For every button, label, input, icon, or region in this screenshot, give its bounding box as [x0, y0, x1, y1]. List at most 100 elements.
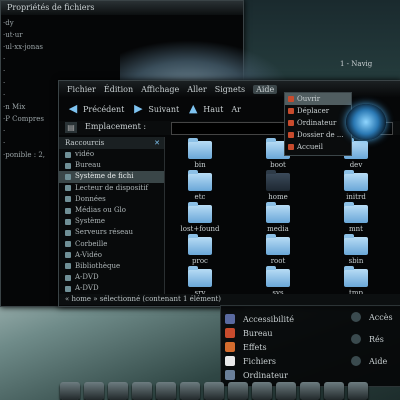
properties-text-line: · — [3, 139, 6, 147]
menu-aide[interactable]: Aide — [253, 84, 278, 94]
dropdown-item-label: Ordinateur — [297, 119, 337, 127]
menu-affichage[interactable]: Affichage — [141, 85, 179, 94]
folder-icon — [188, 202, 212, 223]
places-item-label: Système — [75, 217, 106, 226]
dock-item-app[interactable] — [84, 382, 104, 400]
dock-item-app[interactable] — [300, 382, 320, 400]
places-item[interactable]: Bureau — [59, 160, 164, 171]
bookmark-icon — [288, 120, 294, 126]
arrow-right-icon: ▶ — [134, 102, 143, 115]
ring-icon — [351, 356, 361, 366]
globe-icon[interactable] — [346, 104, 386, 140]
folder-icon — [266, 234, 290, 255]
folder-icon — [65, 218, 71, 225]
arrow-left-icon: ◀ — [68, 102, 78, 115]
folder-icon — [188, 170, 212, 191]
start-menu-item[interactable]: Effets — [225, 342, 267, 352]
places-item[interactable]: Corbeille — [59, 239, 164, 250]
menu-aller[interactable]: Aller — [187, 85, 206, 94]
dropdown-item[interactable]: Accueil — [285, 141, 351, 153]
start-menu-side-item[interactable]: Aide — [351, 356, 387, 366]
dock-item-app[interactable] — [348, 382, 368, 400]
dock-item-app[interactable] — [60, 382, 80, 400]
ring-icon — [351, 312, 361, 322]
places-item[interactable]: Serveurs réseau — [59, 227, 164, 238]
dropdown-item[interactable]: Dossier de ... — [285, 129, 351, 141]
dock-item-app[interactable] — [204, 382, 224, 400]
location-icon[interactable]: ▤ — [65, 122, 77, 133]
location-label: Emplacement : — [85, 122, 147, 131]
places-list: vidéo Bureau Système de fichi Lecteur de di… — [59, 149, 164, 294]
properties-titlebar[interactable]: Propriétés de fichiers — [1, 1, 243, 15]
file-name: dev — [349, 161, 363, 169]
places-item[interactable]: Données — [59, 194, 164, 205]
up-button[interactable]: ▲ Haut — [187, 103, 223, 115]
file-name: proc — [192, 257, 208, 265]
dock-item-app[interactable] — [108, 382, 128, 400]
places-item[interactable]: Bibliothèque — [59, 261, 164, 272]
places-item[interactable]: Système — [59, 216, 164, 227]
dock-item-app[interactable] — [156, 382, 176, 400]
dock-item-app[interactable] — [276, 382, 296, 400]
more-button[interactable]: Ar — [231, 105, 241, 114]
folder-icon — [65, 196, 71, 203]
file-name: media — [267, 225, 289, 233]
start-menu-side-item[interactable]: Rés — [351, 334, 384, 344]
start-menu-item-label: Bureau — [243, 328, 273, 338]
dock — [60, 372, 400, 400]
folder-icon — [188, 234, 212, 255]
places-item[interactable]: Lecteur de dispositif — [59, 183, 164, 194]
properties-text-line: · — [3, 67, 6, 75]
file-name: home — [268, 193, 288, 201]
places-item-label: A-DVD — [75, 273, 99, 282]
forward-button[interactable]: ▶ Suivant — [132, 103, 179, 115]
folder-icon — [344, 202, 368, 223]
start-menu-item[interactable]: Accessibilité — [225, 314, 294, 324]
dock-item-app[interactable] — [132, 382, 152, 400]
properties-text-line: ·dy — [3, 19, 14, 27]
dropdown-item-label: Accueil — [297, 143, 324, 151]
dock-item-app[interactable] — [324, 382, 344, 400]
start-menu-side-item[interactable]: Accès — [351, 312, 393, 322]
more-label: Ar — [231, 104, 241, 114]
file-name: bin — [194, 161, 206, 169]
dropdown-item[interactable]: Ordinateur — [285, 117, 351, 129]
dock-item-app[interactable] — [228, 382, 248, 400]
places-item[interactable]: A-DVD — [59, 272, 164, 283]
folder-icon — [65, 241, 71, 248]
start-menu-side-label: Rés — [369, 334, 384, 344]
properties-text-line: ·ul·xx-jonas — [3, 43, 43, 51]
dock-item-app[interactable] — [252, 382, 272, 400]
close-icon[interactable]: ✕ — [154, 137, 160, 149]
menu-signets[interactable]: Signets — [215, 85, 245, 94]
start-menu-item[interactable]: Fichiers — [225, 356, 276, 366]
folder-icon — [266, 170, 290, 191]
back-button[interactable]: ◀ Précédent — [67, 102, 125, 115]
dock-item-app[interactable] — [180, 382, 200, 400]
places-header[interactable]: Raccourcis ✕ — [59, 137, 164, 149]
menu-edition[interactable]: Édition — [104, 85, 133, 94]
folder-icon — [65, 185, 71, 192]
places-header-label: Raccourcis — [65, 139, 105, 147]
places-item[interactable]: Système de fichi — [59, 171, 164, 183]
folder-icon — [65, 274, 71, 281]
bookmark-icon — [288, 144, 294, 150]
places-item[interactable]: vidéo — [59, 149, 164, 160]
folder-icon — [65, 173, 71, 180]
dropdown-item[interactable]: Ouvrir — [285, 93, 351, 105]
dropdown-item[interactable]: Déplacer — [285, 105, 351, 117]
folder-icon — [65, 285, 71, 292]
bookmark-icon — [288, 96, 294, 102]
up-label: Haut — [203, 104, 224, 114]
places-item[interactable]: A-Vidéo — [59, 250, 164, 261]
file-grid: bin boot dev etc home initrd lost+found media mn… — [171, 138, 400, 299]
menu-fichier[interactable]: Fichier — [67, 85, 96, 94]
places-item-label: Données — [75, 194, 106, 203]
back-label: Précédent — [83, 104, 125, 114]
start-menu-item[interactable]: Bureau — [225, 328, 273, 338]
places-item[interactable]: Médias ou Glo — [59, 205, 164, 216]
start-menu-item-label: Effets — [243, 342, 267, 352]
places-item-label: Serveurs réseau — [75, 228, 133, 237]
places-item[interactable]: A-DVD — [59, 283, 164, 294]
properties-text-line: · — [3, 55, 6, 63]
